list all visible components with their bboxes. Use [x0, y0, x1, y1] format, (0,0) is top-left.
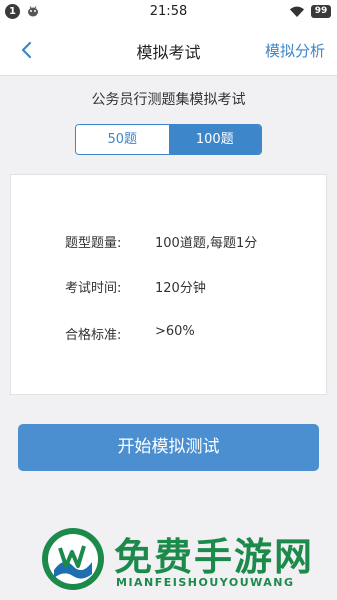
exam-info-card: 题型题量: 100道题,每题1分 考试时间: 120分钟 合格标准: >60%: [10, 174, 327, 395]
status-bar-time: 21:58: [149, 4, 188, 19]
info-row-question-count: 题型题量: 100道题,每题1分: [65, 232, 257, 251]
info-value: >60%: [155, 324, 195, 339]
navigation-bar: 模拟考试 模拟分析: [0, 24, 337, 76]
info-row-exam-time: 考试时间: 120分钟: [65, 277, 206, 296]
start-mock-test-button[interactable]: 开始模拟测试: [18, 424, 319, 471]
info-value: 100道题,每题1分: [155, 236, 258, 251]
info-value: 120分钟: [155, 281, 206, 296]
watermark-logo-icon: [42, 528, 104, 590]
watermark-subtitle: MIANFEISHOUYOUWANG: [116, 576, 295, 589]
question-count-selector: 50题 100题: [75, 124, 262, 155]
info-label: 题型题量:: [65, 236, 122, 251]
status-bar-right: 99: [289, 5, 331, 18]
info-label: 考试时间:: [65, 281, 122, 296]
info-label: 合格标准:: [65, 328, 122, 343]
watermark: 免费手游网 MIANFEISHOUYOUWANG: [40, 520, 337, 600]
tab-50-questions[interactable]: 50题: [76, 125, 169, 154]
battery-icon: 99: [311, 5, 331, 18]
exam-title: 公务员行测题集模拟考试: [91, 92, 246, 108]
tab-100-questions[interactable]: 100题: [168, 125, 261, 154]
wifi-icon: [290, 6, 304, 17]
info-row-pass-standard: 合格标准: >60%: [65, 324, 195, 343]
watermark-title: 免费手游网: [114, 534, 315, 579]
simulation-analysis-link[interactable]: 模拟分析: [265, 40, 325, 61]
status-bar: 1 21:58 99: [0, 0, 337, 24]
